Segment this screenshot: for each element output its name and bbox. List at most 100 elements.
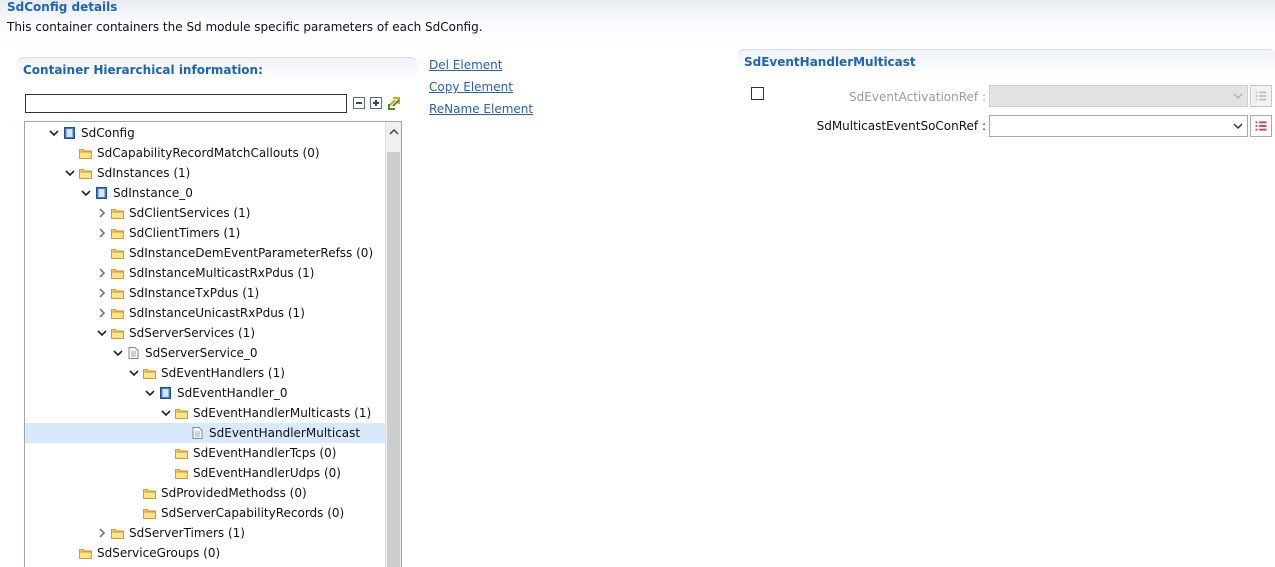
tree-row[interactable]: SdServerService_0 [25, 343, 385, 363]
multicast-ref-select[interactable] [989, 115, 1248, 137]
tree-row[interactable]: SdServerTimers (1) [25, 523, 385, 543]
tree-panel[interactable]: SdConfig SdCapabilityRecordMatchCallouts … [24, 121, 402, 567]
activation-ref-label: SdEventActivationRef : [849, 90, 986, 104]
activation-ref-select [989, 85, 1248, 107]
multicast-ref-list-button[interactable] [1250, 115, 1272, 137]
tree-item-label: SdServerService_0 [145, 346, 258, 360]
details-title: SdEventHandlerMulticast [744, 55, 916, 69]
tree-row[interactable]: SdInstance_0 [25, 183, 385, 203]
tree-filter-input[interactable] [25, 94, 347, 113]
tree-row[interactable]: SdEventHandlerTcps (0) [25, 443, 385, 463]
folder-icon [111, 229, 124, 239]
tree-item-label: SdInstanceMulticastRxPdus (1) [129, 266, 315, 280]
chevron-down-icon[interactable] [129, 368, 139, 378]
chevron-down-icon[interactable] [145, 388, 155, 398]
chevron-down-icon[interactable] [161, 408, 171, 418]
hierarchy-title: Container Hierarchical information: [23, 63, 263, 77]
tree-row[interactable]: SdInstanceMulticastRxPdus (1) [25, 263, 385, 283]
folder-icon [111, 289, 124, 299]
tree-row[interactable]: SdInstances (1) [25, 163, 385, 183]
chevron-down-icon[interactable] [97, 328, 107, 338]
tree-row[interactable]: SdEventHandler_0 [25, 383, 385, 403]
tree-row[interactable]: SdServerServices (1) [25, 323, 385, 343]
folder-icon [175, 409, 188, 419]
collapse-all-icon[interactable] [353, 97, 365, 109]
tree-row[interactable]: SdEventHandlerUdps (0) [25, 463, 385, 483]
tree-row[interactable]: SdCapabilityRecordMatchCallouts (0) [25, 143, 385, 163]
folder-icon [143, 369, 156, 379]
del-element-link[interactable]: Del Element [429, 58, 502, 72]
folder-icon [175, 469, 188, 479]
tree-row[interactable]: SdServiceGroups (0) [25, 543, 385, 563]
activation-ref-checkbox[interactable] [751, 87, 764, 100]
tree-item-label: SdServerCapabilityRecords (0) [161, 506, 345, 520]
scroll-thumb[interactable] [387, 152, 400, 567]
module-config-icon [64, 127, 75, 139]
document-icon [192, 427, 203, 439]
folder-icon [111, 529, 124, 539]
copy-element-link[interactable]: Copy Element [429, 80, 513, 94]
tree-item-label: SdEventHandlerMulticasts (1) [193, 406, 372, 420]
folder-icon [111, 249, 124, 259]
chevron-right-icon[interactable] [97, 308, 107, 318]
chevron-down-icon[interactable] [49, 128, 59, 138]
tree-row[interactable]: SdEventHandlers (1) [25, 363, 385, 383]
folder-icon [143, 489, 156, 499]
chevron-down-icon[interactable] [65, 168, 75, 178]
tree-item-label: SdCapabilityRecordMatchCallouts (0) [97, 146, 320, 160]
link-with-editor-icon[interactable] [386, 95, 402, 111]
tree-item-label: SdEventHandlerUdps (0) [193, 466, 341, 480]
chevron-right-icon[interactable] [97, 208, 107, 218]
tree-row[interactable]: SdEventHandlerMulticasts (1) [25, 403, 385, 423]
chevron-right-icon[interactable] [97, 228, 107, 238]
chevron-down-icon [1233, 93, 1243, 100]
tree-row[interactable]: SdInstanceUnicastRxPdus (1) [25, 303, 385, 323]
tree-item-label: SdInstanceDemEventParameterRefss (0) [129, 246, 374, 260]
tree-item-label: SdClientServices (1) [129, 206, 251, 220]
folder-icon [111, 209, 124, 219]
activation-ref-list-button [1250, 85, 1272, 107]
chevron-right-icon[interactable] [97, 268, 107, 278]
list-icon [1255, 121, 1267, 131]
chevron-down-icon[interactable] [81, 188, 91, 198]
tree-item-label: SdEventHandlers (1) [161, 366, 285, 380]
module-config-icon [96, 187, 107, 199]
tree-item-label: SdServiceGroups (0) [97, 546, 221, 560]
tree-row[interactable]: SdConfig [25, 123, 385, 143]
folder-icon [111, 329, 124, 339]
expand-all-icon[interactable] [370, 97, 382, 109]
folder-icon [79, 549, 92, 559]
tree-row[interactable]: SdServerCapabilityRecords (0) [25, 503, 385, 523]
folder-icon [79, 149, 92, 159]
tree-item-label: SdClientTimers (1) [129, 226, 241, 240]
folder-icon [79, 169, 92, 179]
chevron-right-icon[interactable] [97, 528, 107, 538]
tree-item-label: SdServerTimers (1) [129, 526, 245, 540]
tree-row[interactable]: SdEventHandlerMulticast [25, 423, 385, 443]
module-config-icon [160, 387, 171, 399]
tree-item-label: SdServerServices (1) [129, 326, 255, 340]
scroll-up-arrow-icon[interactable] [389, 128, 399, 136]
page-description: This container containers the Sd module … [7, 20, 483, 34]
tree-item-label: SdEventHandler_0 [177, 386, 288, 400]
tree-item-label: SdEventHandlerTcps (0) [193, 446, 337, 460]
tree-item-label: SdInstanceUnicastRxPdus (1) [129, 306, 305, 320]
list-icon [1255, 91, 1267, 101]
document-icon [128, 347, 139, 359]
tree-item-label: SdConfig [81, 126, 135, 140]
page-title: SdConfig details [7, 0, 118, 14]
folder-icon [175, 449, 188, 459]
tree-row[interactable]: SdClientServices (1) [25, 203, 385, 223]
tree-scrollbar[interactable] [385, 122, 401, 567]
tree-item-label: SdProvidedMethodss (0) [161, 486, 307, 500]
chevron-down-icon[interactable] [113, 348, 123, 358]
tree-row[interactable]: SdProvidedMethodss (0) [25, 483, 385, 503]
tree-row[interactable]: SdInstanceTxPdus (1) [25, 283, 385, 303]
chevron-down-icon [1233, 123, 1243, 130]
tree-row[interactable]: SdInstanceDemEventParameterRefss (0) [25, 243, 385, 263]
rename-element-link[interactable]: ReName Element [429, 102, 533, 116]
multicast-ref-label: SdMulticastEventSoConRef : [816, 119, 986, 133]
chevron-right-icon[interactable] [97, 288, 107, 298]
tree-row[interactable]: SdClientTimers (1) [25, 223, 385, 243]
tree-item-label: SdInstances (1) [97, 166, 191, 180]
